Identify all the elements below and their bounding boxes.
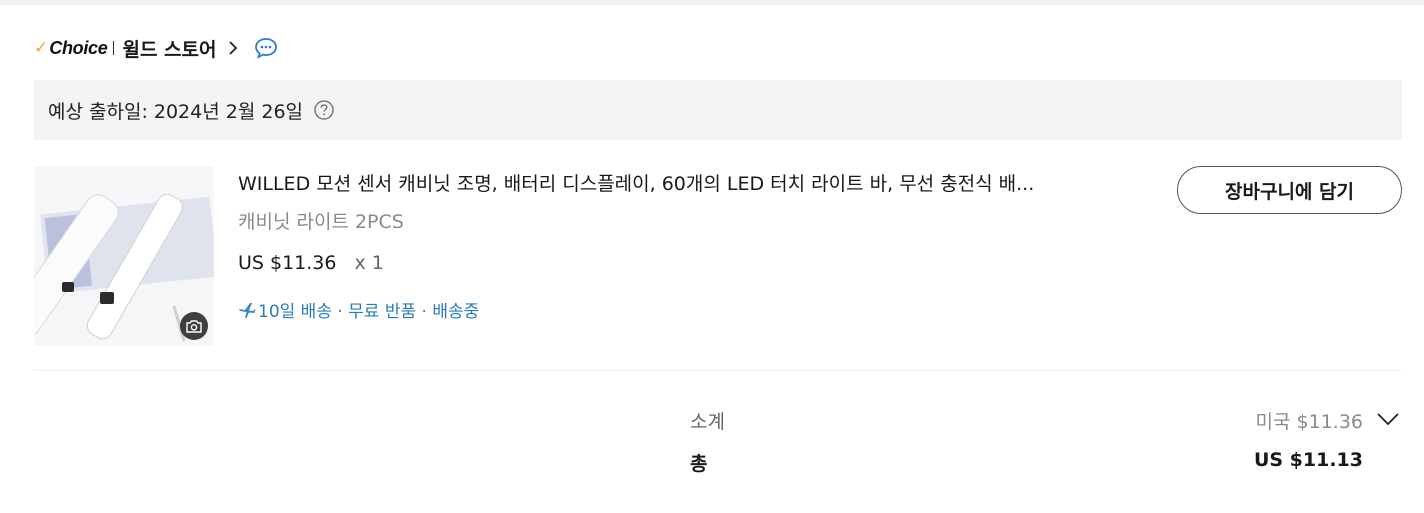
choice-logo: ✓ Choice <box>34 37 108 59</box>
section-divider <box>34 370 1402 371</box>
total-label: 총 <box>690 453 708 475</box>
shipping-estimate-text: 예상 출하일: 2024년 2월 26일 <box>48 100 304 123</box>
help-icon[interactable] <box>313 99 335 121</box>
store-name-link[interactable]: 윌드 스토어 <box>122 35 216 62</box>
product-variant: 캐비닛 라이트 2PCS <box>238 211 404 233</box>
chevron-down-icon[interactable] <box>1376 411 1400 427</box>
store-header: ✓ Choice 윌드 스토어 <box>34 31 278 65</box>
store-divider <box>113 41 115 55</box>
subtotal-label: 소계 <box>690 411 725 433</box>
item-price: US $11.36 <box>238 252 337 274</box>
product-thumbnail[interactable] <box>34 166 214 346</box>
choice-check-icon: ✓ <box>34 38 49 58</box>
shipping-estimate-bar: 예상 출하일: 2024년 2월 26일 <box>34 80 1402 140</box>
delivery-info: 10일 배송 · 무료 반품 · 배송중 <box>238 297 479 322</box>
choice-badge-text: Choice <box>49 37 108 58</box>
plane-icon <box>238 301 256 319</box>
price-row: US $11.36 x 1 <box>238 252 384 274</box>
add-to-cart-button[interactable]: 장바구니에 담기 <box>1177 166 1402 214</box>
subtotal-value: 미국 $11.36 <box>1255 411 1363 433</box>
camera-icon[interactable] <box>180 312 208 340</box>
chevron-right-icon[interactable] <box>228 40 238 56</box>
order-card: ✓ Choice 윌드 스토어 예상 출하일: 2024년 2월 26일 WIL… <box>0 5 1424 513</box>
delivery-text: 10일 배송 · 무료 반품 · 배송중 <box>258 302 480 322</box>
chat-icon[interactable] <box>254 37 278 59</box>
item-quantity: x 1 <box>354 252 384 274</box>
product-title[interactable]: WILLED 모션 센서 캐비닛 조명, 배터리 디스플레이, 60개의 LED… <box>238 169 1138 196</box>
total-value: US $11.13 <box>1253 449 1363 471</box>
